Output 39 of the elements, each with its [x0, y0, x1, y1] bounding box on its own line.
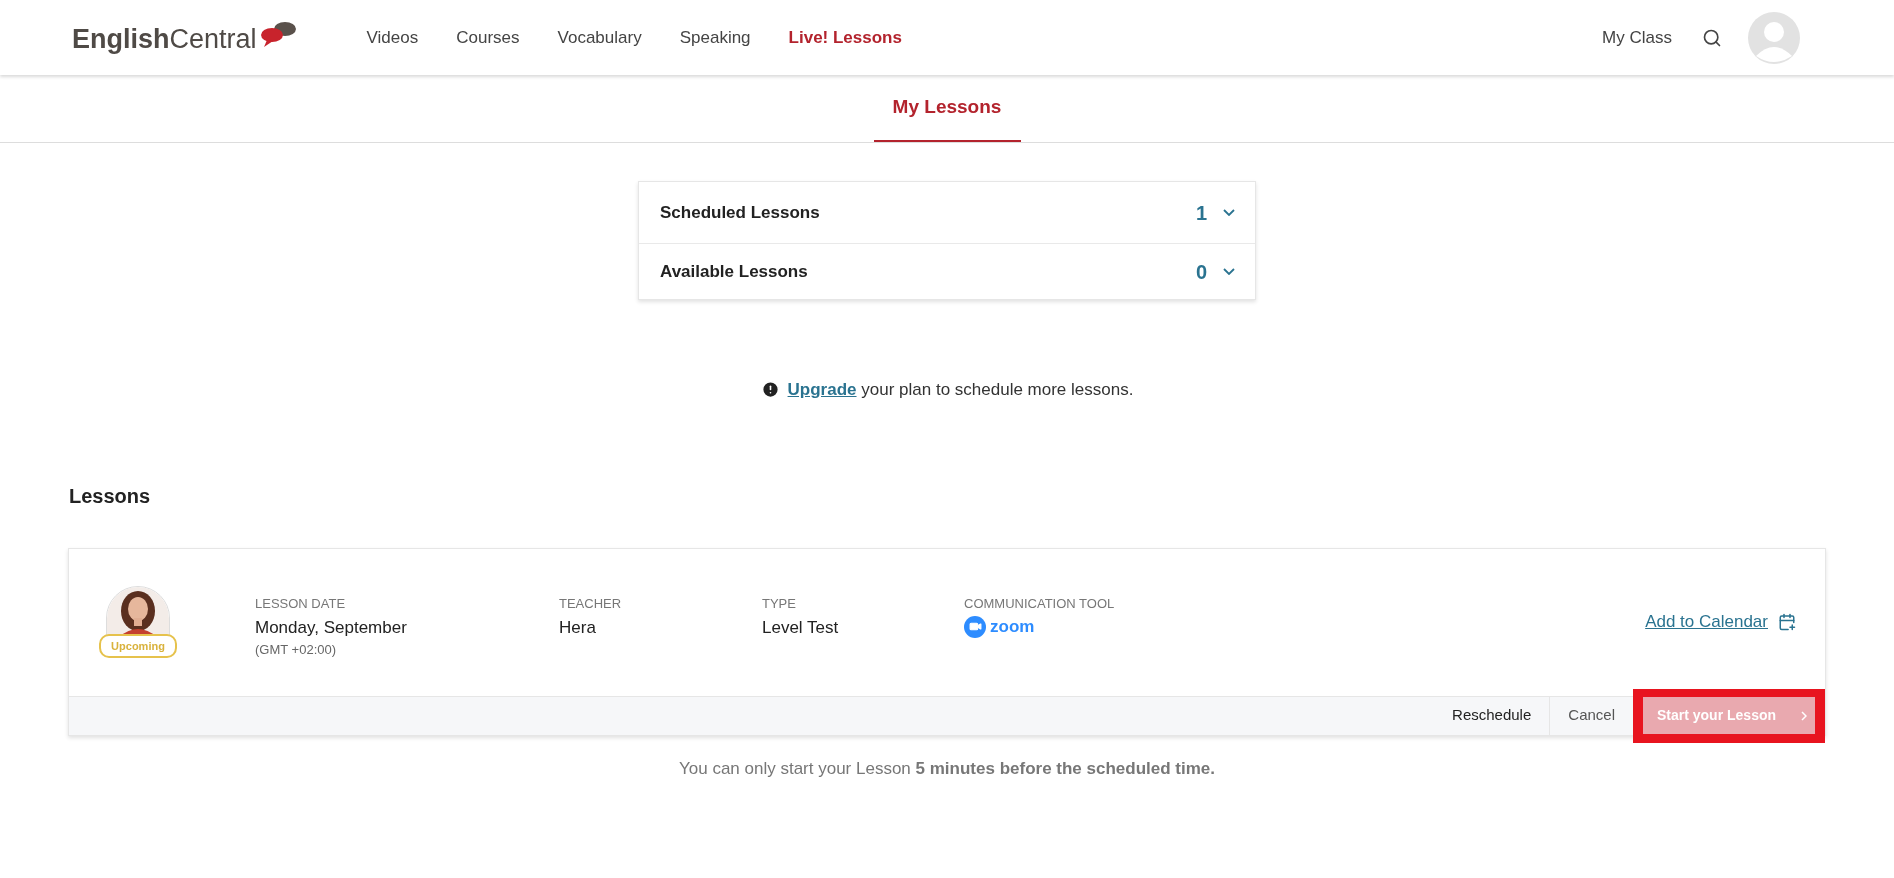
- chevron-down-icon: [1223, 209, 1235, 216]
- nav-link[interactable]: Videos: [366, 24, 419, 51]
- accordion-row[interactable]: Available Lessons 0: [639, 243, 1255, 299]
- field-note: (GMT +02:00): [255, 640, 338, 659]
- field-label: TYPE: [762, 595, 797, 612]
- upgrade-link[interactable]: Upgrade: [787, 380, 857, 399]
- chevron-down-icon: [1223, 268, 1235, 275]
- logo-text: EnglishCentral: [72, 22, 257, 55]
- start-time-note: You can only start your Lesson 5 minutes before the scheduled time.: [677, 757, 1216, 780]
- field-label: LESSON DATE: [255, 595, 347, 612]
- count: 1: [1195, 200, 1207, 226]
- upgrade-notice: Upgrade your plan to schedule more lessons.: [787, 379, 1134, 401]
- field-value: Hera: [559, 616, 597, 639]
- count: 0: [1195, 259, 1207, 285]
- nav-link[interactable]: Speaking: [679, 24, 751, 51]
- nav-link[interactable]: Vocabulary: [557, 24, 642, 51]
- zoom-text: zoom: [990, 616, 1035, 637]
- nav-link[interactable]: Live! Lessons: [788, 24, 902, 51]
- action-button[interactable]: Reschedule: [1434, 696, 1550, 735]
- search-icon[interactable]: [1702, 27, 1722, 48]
- field-value: Level Test: [762, 616, 840, 639]
- tab[interactable]: My Lessons: [873, 75, 1021, 142]
- field-label: TEACHER: [559, 595, 623, 612]
- chevron-right-icon: [1801, 710, 1807, 721]
- field-value: Monday, September: [255, 616, 408, 639]
- speech-bubbles-icon: [258, 20, 297, 47]
- calendar-plus-icon[interactable]: [1778, 613, 1796, 631]
- field-label: COMMUNICATION TOOL: [964, 595, 1116, 612]
- lessons-heading: Lessons: [69, 483, 152, 509]
- video-camera-icon: [964, 615, 986, 638]
- accordion-row[interactable]: Scheduled Lessons 1: [639, 182, 1255, 243]
- logo[interactable]: EnglishCentral: [72, 20, 297, 55]
- accordion-title: Available Lessons: [660, 260, 808, 283]
- alert-icon: [760, 380, 780, 400]
- status-badge: Upcoming: [99, 633, 177, 659]
- nav-link[interactable]: Courses: [456, 24, 520, 51]
- accordion-title: Scheduled Lessons: [660, 201, 820, 224]
- add-to-calendar-link[interactable]: Add to Calendar: [1645, 609, 1768, 635]
- my-class-link[interactable]: My Class: [1602, 24, 1672, 51]
